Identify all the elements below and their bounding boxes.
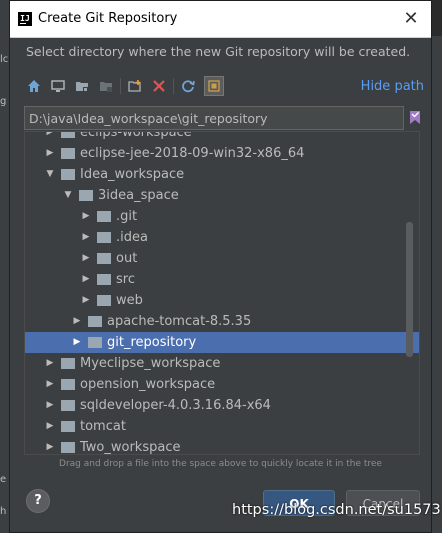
tree-node-label: 3idea_space <box>98 188 179 203</box>
project-folder-icon[interactable] <box>72 76 92 96</box>
close-button[interactable]: ✕ <box>397 5 425 33</box>
background-text: lc <box>0 54 9 65</box>
desktop-icon[interactable] <box>48 76 68 96</box>
tree-node[interactable]: ▶ web <box>25 290 419 311</box>
chevron-right-icon[interactable]: ▶ <box>72 332 82 353</box>
tree-node-label: eclips-workspace <box>80 131 192 140</box>
chevron-right-icon[interactable]: ▶ <box>45 374 55 395</box>
chevron-right-icon[interactable]: ▶ <box>81 248 91 269</box>
tree-node[interactable]: ▶ tomcat <box>25 416 419 437</box>
folder-icon <box>88 316 102 327</box>
tree-node-label: src <box>116 272 135 287</box>
chevron-right-icon[interactable]: ▶ <box>45 416 55 437</box>
drag-drop-hint: Drag and drop a file into the space abov… <box>59 459 382 469</box>
tree-node-label: tomcat <box>80 419 126 434</box>
chevron-right-icon[interactable]: ▶ <box>81 269 91 290</box>
file-chooser-toolbar: Hide path <box>24 76 424 98</box>
home-icon[interactable] <box>24 76 44 96</box>
toolbar-separator <box>120 78 121 94</box>
folder-icon <box>61 358 75 369</box>
chevron-right-icon[interactable]: ▶ <box>81 206 91 227</box>
chevron-down-icon[interactable]: ▼ <box>63 185 73 206</box>
chevron-right-icon[interactable]: ▶ <box>45 143 55 164</box>
path-row <box>24 106 420 130</box>
tree-node[interactable]: ▶ opension_workspace <box>25 374 419 395</box>
folder-icon <box>61 379 75 390</box>
folder-icon <box>97 253 111 264</box>
folder-icon <box>61 148 75 159</box>
module-folder-icon[interactable] <box>96 76 116 96</box>
tree-node[interactable]: ▼ 3idea_space <box>25 185 419 206</box>
folder-icon <box>97 295 111 306</box>
tree-scrollbar[interactable] <box>406 222 413 357</box>
folder-icon <box>61 442 75 453</box>
folder-icon <box>79 190 93 201</box>
tree-node-label: .idea <box>116 230 148 245</box>
chevron-right-icon[interactable]: ▶ <box>81 290 91 311</box>
path-input[interactable] <box>24 106 404 130</box>
chevron-right-icon[interactable]: ▶ <box>45 353 55 374</box>
tree-node-label: sqldeveloper-4.0.3.16.84-x64 <box>80 398 271 413</box>
tree-node[interactable]: ▶ .git <box>25 206 419 227</box>
tree-node[interactable]: ▶ sqldeveloper-4.0.3.16.84-x64 <box>25 395 419 416</box>
tree-node[interactable]: ▶ apache-tomcat-8.5.35 <box>25 311 419 332</box>
tree-node[interactable]: ▶ Two_workspace <box>25 437 419 455</box>
tree-node[interactable]: ▼ Idea_workspace <box>25 164 419 185</box>
refresh-icon[interactable] <box>178 76 198 96</box>
tree-node[interactable]: ▶ Myeclipse_workspace <box>25 353 419 374</box>
folder-icon <box>88 337 102 348</box>
background-window-edge-right <box>432 36 442 533</box>
tree-node-label: git_repository <box>107 335 197 350</box>
chevron-down-icon[interactable]: ▼ <box>45 164 55 185</box>
help-button[interactable]: ? <box>26 489 50 513</box>
folder-icon <box>61 169 75 180</box>
folder-icon <box>61 132 75 138</box>
folder-icon <box>97 232 111 243</box>
tree-node-label: Myeclipse_workspace <box>80 356 221 371</box>
tree-node[interactable]: ▶ .idea <box>25 227 419 248</box>
tree-node-label: opension_workspace <box>80 377 216 392</box>
tree-node-label: web <box>116 293 143 308</box>
toolbar-separator <box>173 78 174 94</box>
tree-node[interactable]: ▶ git_repository <box>25 332 419 353</box>
tree-node-label: .git <box>116 209 138 224</box>
chevron-right-icon[interactable]: ▶ <box>45 395 55 416</box>
dialog-title: Create Git Repository <box>38 11 178 26</box>
hide-path-link[interactable]: Hide path <box>361 79 424 94</box>
chevron-right-icon[interactable]: ▶ <box>81 227 91 248</box>
tree-node[interactable]: ▶ src <box>25 269 419 290</box>
tree-node[interactable]: ▶ eclipse-jee-2018-09-win32-x86_64 <box>25 143 419 164</box>
title-bar: IJ Create Git Repository ✕ <box>10 1 431 38</box>
intellij-app-icon: IJ <box>18 12 32 26</box>
show-hidden-icon[interactable] <box>204 76 224 96</box>
history-icon[interactable] <box>408 108 422 126</box>
folder-icon <box>97 274 111 285</box>
folder-icon <box>61 421 75 432</box>
tree-node-label: apache-tomcat-8.5.35 <box>107 314 252 329</box>
create-git-repository-dialog: IJ Create Git Repository ✕ Select direct… <box>9 0 432 533</box>
tree-node-label: out <box>116 251 138 266</box>
watermark-url: https://blog.csdn.net/su1573 <box>232 502 441 518</box>
tree-node-label: Two_workspace <box>80 440 181 455</box>
folder-icon <box>61 400 75 411</box>
tree-node[interactable]: ▶ out <box>25 248 419 269</box>
tree-node-label: Idea_workspace <box>80 167 185 182</box>
dialog-description: Select directory where the new Git repos… <box>26 44 411 59</box>
new-folder-icon[interactable] <box>125 76 145 96</box>
chevron-right-icon[interactable]: ▶ <box>45 437 55 454</box>
background-text: h <box>0 506 7 517</box>
chevron-right-icon[interactable]: ▶ <box>45 132 55 143</box>
delete-icon[interactable] <box>149 76 169 96</box>
background-text: e <box>0 474 7 485</box>
background-text: g <box>0 96 7 107</box>
tree-node-label: eclipse-jee-2018-09-win32-x86_64 <box>80 146 305 161</box>
directory-tree[interactable]: ▶ eclips-workspace ▶ eclipse-jee-2018-09-wi… <box>24 131 420 455</box>
tree-node[interactable]: ▶ eclips-workspace <box>25 131 419 143</box>
folder-icon <box>97 211 111 222</box>
chevron-right-icon[interactable]: ▶ <box>72 311 82 332</box>
